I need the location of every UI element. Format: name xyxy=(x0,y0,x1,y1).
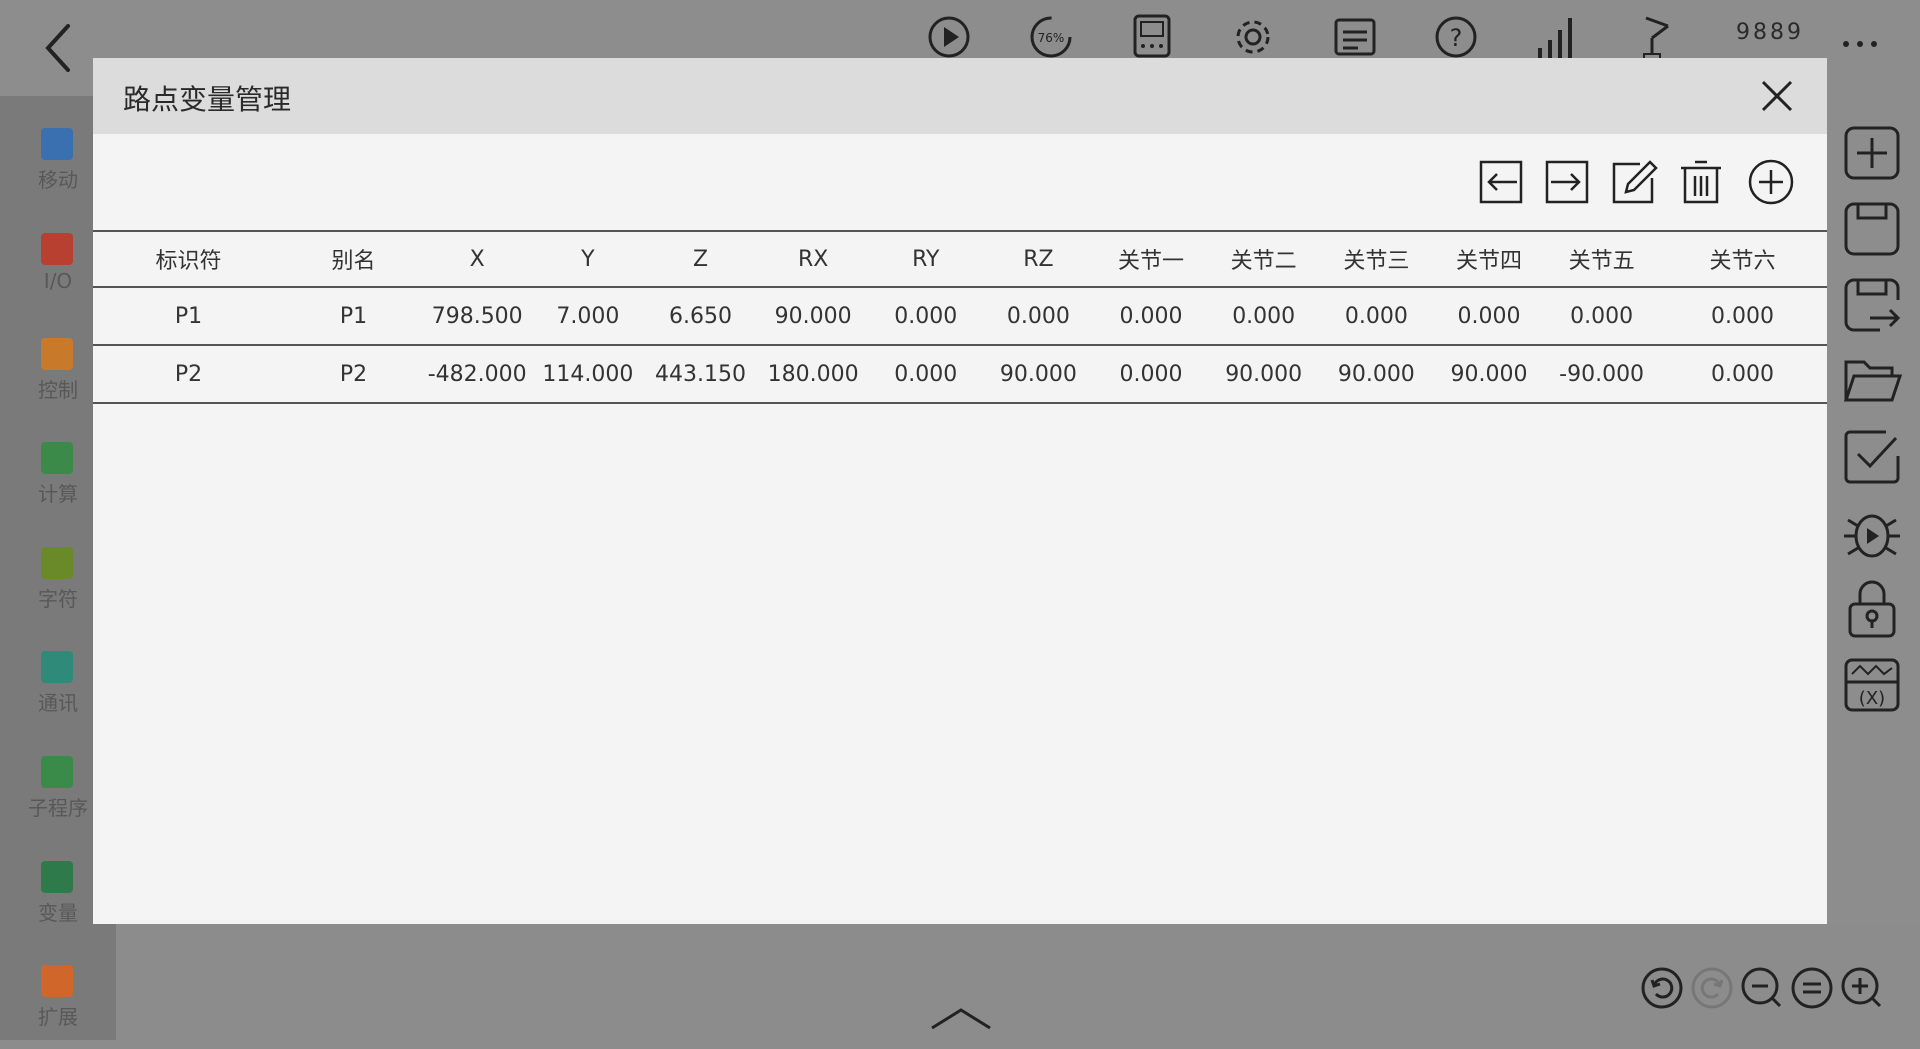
column-header[interactable]: RZ xyxy=(982,231,1095,287)
table-cell: 90.000 xyxy=(1337,361,1415,387)
teach-pendant-icon[interactable] xyxy=(1125,10,1179,64)
zoom-out-icon[interactable] xyxy=(1740,966,1784,1010)
back-arrow-icon[interactable] xyxy=(36,20,82,76)
table-cell: 0.000 xyxy=(894,303,958,329)
column-header[interactable]: RY xyxy=(869,231,982,287)
robot-arm-icon[interactable] xyxy=(1630,10,1684,64)
export-icon[interactable] xyxy=(1543,158,1591,206)
svg-text:(X): (X) xyxy=(1859,688,1885,709)
table-cell: 0.000 xyxy=(1232,303,1296,329)
table-cell: 0.000 xyxy=(1570,303,1634,329)
table-cell: 0.000 xyxy=(1344,303,1408,329)
table-row[interactable]: P1 P1 798.500 7.000 6.650 90.000 0.000 0… xyxy=(93,287,1827,345)
table-cell: -482.000 xyxy=(427,361,527,387)
zoom-in-icon[interactable] xyxy=(1840,966,1884,1010)
string-icon xyxy=(41,547,73,579)
table-cell: 180.000 xyxy=(767,361,859,387)
io-icon xyxy=(41,233,73,265)
delete-icon[interactable] xyxy=(1677,158,1725,206)
play-icon[interactable] xyxy=(922,10,976,64)
settings-icon[interactable] xyxy=(1226,10,1280,64)
help-icon[interactable]: ? xyxy=(1429,10,1483,64)
table-row[interactable]: P2 P2 -482.000 114.000 443.150 180.000 0… xyxy=(93,345,1827,403)
table-cell: 0.000 xyxy=(1119,361,1183,387)
column-header[interactable]: 别名 xyxy=(284,231,423,287)
save-as-icon[interactable] xyxy=(1840,274,1904,336)
column-header[interactable]: Z xyxy=(644,231,757,287)
svg-text:?: ? xyxy=(1450,24,1463,52)
debug-icon[interactable] xyxy=(1840,502,1904,564)
column-header[interactable]: RX xyxy=(757,231,870,287)
column-header[interactable]: 标识符 xyxy=(93,231,284,287)
table-cell: 798.500 xyxy=(431,303,523,329)
open-folder-icon[interactable] xyxy=(1840,350,1904,412)
right-toolbar: (X) xyxy=(1826,96,1920,926)
table-cell: 6.650 xyxy=(668,303,732,329)
extension-icon xyxy=(41,965,73,997)
column-header[interactable]: 关节六 xyxy=(1658,231,1827,287)
table-cell: 90.000 xyxy=(774,303,852,329)
column-header[interactable]: 关节四 xyxy=(1433,231,1546,287)
table-cell: -90.000 xyxy=(1559,361,1645,387)
column-header[interactable]: X xyxy=(423,231,532,287)
table-cell: 0.000 xyxy=(1710,303,1774,329)
redo-icon[interactable] xyxy=(1690,966,1734,1010)
column-header[interactable]: Y xyxy=(532,231,645,287)
table-cell: 7.000 xyxy=(556,303,620,329)
move-icon xyxy=(41,128,73,160)
column-header[interactable]: 关节五 xyxy=(1545,231,1658,287)
variable-monitor-icon[interactable]: (X) xyxy=(1840,654,1904,716)
waypoint-variable-dialog: 路点变量管理 标识符 别名 X Y Z RX RY RZ 关节一 关节二 关节三… xyxy=(93,58,1827,924)
close-icon[interactable] xyxy=(1757,76,1797,116)
table-cell: 0.000 xyxy=(1006,303,1070,329)
dialog-header: 路点变量管理 xyxy=(93,58,1827,134)
table-cell: 0.000 xyxy=(894,361,958,387)
table-cell: 90.000 xyxy=(999,361,1077,387)
value-display: 9889 xyxy=(1736,20,1804,45)
sidebar-item-extension[interactable]: 扩展 xyxy=(0,957,116,1049)
table-cell: 0.000 xyxy=(1119,303,1183,329)
table-cell: P2 xyxy=(174,361,203,387)
undo-icon[interactable] xyxy=(1640,966,1684,1010)
table-cell: P2 xyxy=(339,361,368,387)
subroutine-icon xyxy=(41,756,73,788)
log-icon[interactable] xyxy=(1328,10,1382,64)
table-header-row: 标识符 别名 X Y Z RX RY RZ 关节一 关节二 关节三 关节四 关节… xyxy=(93,231,1827,287)
zoom-fit-icon[interactable] xyxy=(1790,966,1834,1010)
table-cell: 90.000 xyxy=(1450,361,1528,387)
communication-icon xyxy=(41,651,73,683)
more-icon[interactable] xyxy=(1836,22,1884,62)
waypoint-table: 标识符 别名 X Y Z RX RY RZ 关节一 关节二 关节三 关节四 关节… xyxy=(93,230,1827,404)
add-icon[interactable] xyxy=(1747,158,1795,206)
sidebar-item-label: 扩展 xyxy=(38,1005,78,1029)
svg-text:76%: 76% xyxy=(1038,31,1065,45)
column-header[interactable]: 关节三 xyxy=(1320,231,1433,287)
expand-panel-icon[interactable] xyxy=(926,1000,996,1034)
table-cell: 443.150 xyxy=(654,361,746,387)
table-cell: 114.000 xyxy=(542,361,634,387)
edit-icon[interactable] xyxy=(1610,158,1658,206)
table-cell: 0.000 xyxy=(1457,303,1521,329)
table-cell: P1 xyxy=(339,303,368,329)
add-program-icon[interactable] xyxy=(1840,122,1904,184)
lock-icon[interactable] xyxy=(1840,578,1904,640)
control-icon xyxy=(41,338,73,370)
table-cell: 90.000 xyxy=(1225,361,1303,387)
speed-icon[interactable]: 76% xyxy=(1024,10,1078,64)
save-icon[interactable] xyxy=(1840,198,1904,260)
calculator-icon xyxy=(41,442,73,474)
signal-icon xyxy=(1538,18,1572,58)
import-icon[interactable] xyxy=(1477,158,1525,206)
table-cell: 0.000 xyxy=(1710,361,1774,387)
check-icon[interactable] xyxy=(1840,426,1904,488)
variable-icon xyxy=(41,861,73,893)
table-cell: P1 xyxy=(174,303,203,329)
column-header[interactable]: 关节二 xyxy=(1207,231,1320,287)
column-header[interactable]: 关节一 xyxy=(1095,231,1208,287)
dialog-title: 路点变量管理 xyxy=(123,83,292,116)
